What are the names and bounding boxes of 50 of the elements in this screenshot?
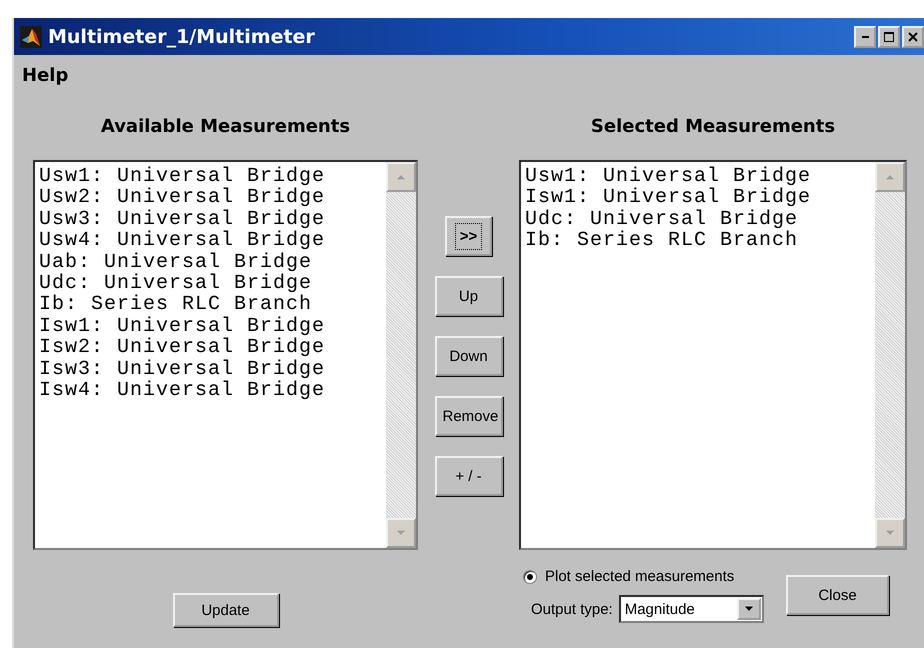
app-logo-icon [20,26,42,48]
list-item[interactable]: Usw1: Universal Bridge [525,166,875,188]
scroll-bar[interactable] [386,162,416,548]
update-button[interactable]: Update [172,593,278,627]
list-item[interactable]: Udc: Universal Bridge [525,208,875,230]
list-item[interactable]: Ib: Series RLC Branch [525,230,875,252]
down-arrow-icon [396,530,406,536]
list-item[interactable]: Isw1: Universal Bridge [39,316,386,338]
window-title: Multimeter_1/Multimeter [48,26,316,48]
action-button[interactable]: Up [434,276,502,316]
list-item[interactable]: Usw4: Universal Bridge [39,230,386,252]
list-box[interactable]: Usw1: Universal Bridge Isw1: Universal Bridge Udc: Universal Bridge Ib: Series RLC Branch [519,160,907,550]
menu-item[interactable]: Help [22,64,68,86]
maximize-icon [884,32,894,42]
list-box[interactable] [33,160,418,550]
list-item[interactable]: Usw1: Universal Bridge [39,166,386,188]
dropdown-arrow-icon [744,606,754,612]
scroll-bar[interactable] [875,162,905,548]
list-heading: Available Measurements [100,115,352,137]
field-label: Output type: [531,600,613,618]
down-arrow-icon [885,530,895,536]
list-item[interactable]: Udc: Universal Bridge [39,273,386,294]
list-item[interactable]: Uab: Universal Bridge [39,252,386,274]
list-item[interactable]: Isw2: Universal Bridge [39,337,386,359]
list-item[interactable]: Usw2: Universal Bridge [39,187,386,209]
list-item[interactable]: Isw1: Universal Bridge [525,187,875,209]
radio-label: Plot selected measurements [545,568,734,585]
radio-button[interactable] [523,570,537,584]
action-button[interactable]: >> [445,216,492,256]
close-window-button[interactable] [902,26,924,48]
maximize-button[interactable] [878,26,900,48]
scroll-down-button[interactable] [875,518,905,548]
minimize-button[interactable] [854,26,876,48]
list-heading: Selected Measurements [590,115,836,137]
scroll-up-button[interactable] [875,162,905,192]
minimize-icon [862,36,868,38]
up-arrow-icon [396,174,406,180]
close-button[interactable]: Close [786,575,889,615]
list-item[interactable]: Isw3: Universal Bridge [39,358,386,380]
list-item[interactable]: Usw3: Universal Bridge [39,208,386,230]
list-item[interactable]: Ib: Series RLC Branch [39,294,386,316]
scroll-up-button[interactable] [386,162,416,192]
up-arrow-icon [885,174,895,180]
action-button[interactable]: Remove [434,396,502,436]
action-button[interactable]: Down [434,336,502,376]
list-item[interactable]: Isw4: Universal Bridge [39,380,386,402]
scroll-down-button[interactable] [386,518,416,548]
output-type-dropdown[interactable]: Magnitude [618,595,764,623]
close-icon [908,32,918,42]
action-button[interactable]: + / - [434,456,502,496]
